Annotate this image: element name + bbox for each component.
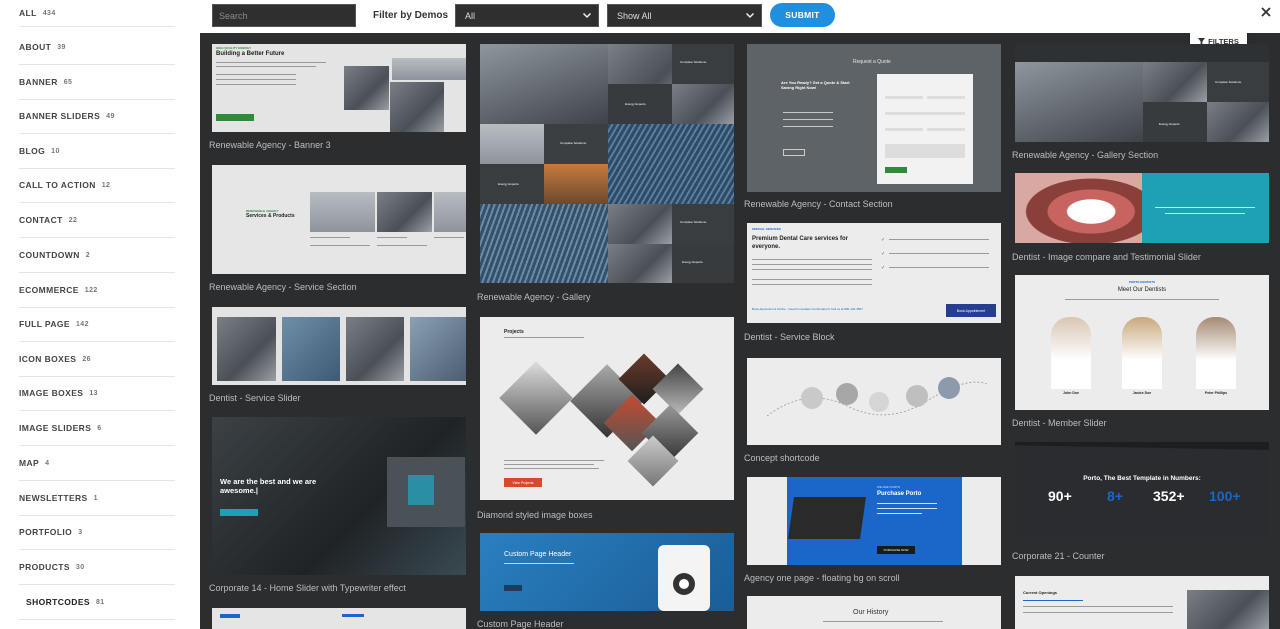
block-card[interactable]: WE ARE PORTO Purchase Porto PURCHASE NOW…: [744, 477, 1001, 587]
block-thumbnail: PORTO DENTISTS Meet Our Dentists John Do…: [1015, 275, 1269, 410]
category-item-map[interactable]: MAP 4: [19, 446, 175, 481]
block-caption: Dentist - Service Block: [744, 332, 835, 342]
block-card[interactable]: SPECIAL SERVICES Premium Dental Care ser…: [744, 223, 1001, 347]
category-item-shortcodes[interactable]: SHORTCODES 81: [19, 585, 175, 620]
filter-by-demos-label: Filter by Demos: [373, 10, 449, 21]
category-item-portfolio[interactable]: PORTFOLIO 3: [19, 515, 175, 550]
category-item-blog[interactable]: BLOG 10: [19, 134, 175, 169]
category-item-image-boxes[interactable]: IMAGE BOXES 13: [19, 376, 175, 411]
block-card[interactable]: PORTO DENTISTS Meet Our Dentists John Do…: [1012, 275, 1272, 433]
category-item-about[interactable]: ABOUT 39: [19, 30, 175, 65]
block-thumbnail: We are the best and we are awesome.|: [212, 417, 466, 575]
category-item-banner-sliders[interactable]: BANNER SLIDERS 49: [19, 99, 175, 134]
block-thumbnail: Request a Quote Are You Ready? Get a Quo…: [747, 44, 1001, 192]
block-card[interactable]: Concept shortcode: [744, 358, 1001, 470]
block-thumbnail: Our History: [747, 596, 1001, 629]
block-card[interactable]: Our History: [744, 596, 1001, 629]
block-caption: Renewable Agency - Banner 3: [209, 140, 331, 150]
block-card[interactable]: Projects View Projects Diamond styled im…: [477, 317, 734, 523]
block-caption: Corporate 21 - Counter: [1012, 551, 1105, 561]
block-thumbnail: Current Openings: [1015, 576, 1269, 629]
category-item-all[interactable]: ALL 434: [19, 0, 175, 27]
block-caption: Agency one page - floating bg on scroll: [744, 573, 900, 583]
demo-select[interactable]: All: [455, 4, 599, 27]
block-caption: Concept shortcode: [744, 453, 820, 463]
block-thumbnail: Complete Solutions. Energy Experts.: [1015, 44, 1269, 142]
category-item-image-sliders[interactable]: IMAGE SLIDERS 6: [19, 411, 175, 446]
category-item-banner[interactable]: BANNER 65: [19, 65, 175, 100]
block-caption: Diamond styled image boxes: [477, 510, 593, 520]
category-item-icon-boxes[interactable]: ICON BOXES 26: [19, 342, 175, 377]
block-card[interactable]: Custom Page Header Custom Page Header: [477, 533, 734, 629]
block-card[interactable]: Porto, The Best Template in Numbers: 90+…: [1012, 442, 1272, 564]
submit-button[interactable]: SUBMIT: [770, 3, 835, 27]
block-caption: Renewable Agency - Service Section: [209, 282, 357, 292]
search-input[interactable]: [212, 4, 356, 27]
chevron-down-icon: [745, 12, 755, 19]
filter-toolbar: Filter by Demos All Show All SUBMIT: [200, 0, 1280, 33]
block-caption: Dentist - Member Slider: [1012, 418, 1107, 428]
block-card[interactable]: Complete Solutions. Energy Experts. Rene…: [1012, 44, 1272, 164]
block-thumbnail: [212, 307, 466, 385]
block-card[interactable]: Dentist - Service Slider: [209, 307, 466, 407]
block-card[interactable]: [209, 608, 466, 629]
category-item-ecommerce[interactable]: ECOMMERCE 122: [19, 273, 175, 308]
block-caption: Dentist - Service Slider: [209, 393, 301, 403]
category-item-newsletters[interactable]: NEWSLETTERS 1: [19, 481, 175, 516]
category-item-full-page[interactable]: FULL PAGE 142: [19, 307, 175, 342]
block-thumbnail: [1015, 173, 1269, 243]
block-card[interactable]: Dentist - Image compare and Testimonial …: [1012, 173, 1272, 265]
concept-timeline: [767, 377, 987, 417]
block-thumbnail: Complete Solutions. Energy Experts. Comp…: [480, 44, 734, 283]
block-thumbnail: Porto, The Best Template in Numbers: 90+…: [1015, 442, 1269, 542]
category-item-contact[interactable]: CONTACT 22: [19, 203, 175, 238]
chevron-down-icon: [582, 12, 592, 19]
block-caption: Renewable Agency - Gallery Section: [1012, 150, 1159, 160]
block-caption: Dentist - Image compare and Testimonial …: [1012, 252, 1201, 262]
block-caption: Renewable Agency - Gallery: [477, 292, 591, 302]
block-thumbnail: WE ARE PORTO Purchase Porto PURCHASE NOW: [747, 477, 1001, 565]
blocks-grid: FILTERS HIGH QUALITY ENERGY Building a B…: [200, 33, 1280, 629]
category-item-products[interactable]: PRODUCTS 30: [19, 550, 175, 585]
block-caption: Renewable Agency - Contact Section: [744, 199, 893, 209]
block-thumbnail: Projects View Projects: [480, 317, 734, 500]
category-sidebar: ALL 434 ABOUT 39 BANNER 65 BANNER SLIDERS 49…: [0, 0, 200, 629]
block-thumbnail: [212, 608, 466, 629]
block-caption: Custom Page Header: [477, 619, 564, 629]
block-card[interactable]: Request a Quote Are You Ready? Get a Quo…: [744, 44, 1001, 214]
block-thumbnail: SPECIAL SERVICES Premium Dental Care ser…: [747, 223, 1001, 323]
category-item-countdown[interactable]: COUNTDOWN 2: [19, 238, 175, 273]
block-thumbnail: Custom Page Header: [480, 533, 734, 611]
block-thumbnail: [747, 358, 1001, 445]
category-item-call-to-action[interactable]: CALL TO ACTION 12: [19, 168, 175, 203]
block-thumbnail: HIGH QUALITY ENERGY Building a Better Fu…: [212, 44, 466, 132]
block-card[interactable]: We are the best and we are awesome.| Cor…: [209, 417, 466, 597]
block-card[interactable]: Current Openings: [1012, 576, 1272, 629]
block-card[interactable]: HIGH QUALITY ENERGY Building a Better Fu…: [209, 44, 466, 156]
show-select[interactable]: Show All: [607, 4, 762, 27]
close-icon[interactable]: [1260, 6, 1272, 18]
block-card[interactable]: Complete Solutions. Energy Experts. Comp…: [477, 44, 734, 306]
block-caption: Corporate 14 - Home Slider with Typewrit…: [209, 583, 406, 593]
block-card[interactable]: RENEWABLE AGENCY Services & Products Ren…: [209, 165, 466, 295]
block-thumbnail: RENEWABLE AGENCY Services & Products: [212, 165, 466, 274]
